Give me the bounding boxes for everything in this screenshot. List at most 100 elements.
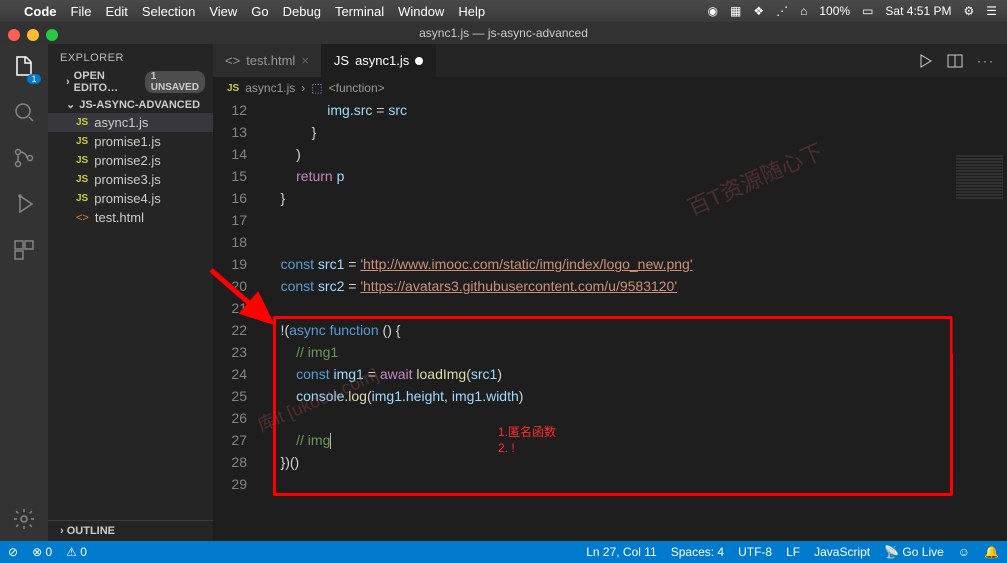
file-name: test.html <box>95 210 144 225</box>
file-item[interactable]: <> test.html <box>48 208 213 227</box>
indent-setting[interactable]: Spaces: 4 <box>671 545 724 559</box>
extensions-icon[interactable] <box>12 238 36 262</box>
code-line[interactable]: 13 } <box>213 121 1007 143</box>
feedback-icon[interactable]: ☺ <box>958 545 970 559</box>
js-file-icon: JS <box>76 193 88 204</box>
split-editor-icon[interactable] <box>947 53 963 69</box>
spotlight-icon[interactable]: ⚙ <box>963 4 974 18</box>
menu-edit[interactable]: Edit <box>105 4 127 19</box>
menu-view[interactable]: View <box>209 4 237 19</box>
eol[interactable]: LF <box>786 545 800 559</box>
explorer-badge: 1 <box>27 74 41 84</box>
code-line[interactable]: 18 <box>213 231 1007 253</box>
file-item[interactable]: JSpromise2.js <box>48 151 213 170</box>
menu-terminal[interactable]: Terminal <box>335 4 384 19</box>
file-item[interactable]: JS promise3.js <box>48 170 213 189</box>
line-number: 23 <box>213 341 265 363</box>
maximize-window-icon[interactable] <box>46 29 58 41</box>
clock: Sat 4:51 PM <box>885 4 951 18</box>
status-icon: ❖ <box>753 4 764 18</box>
html-file-icon: <> <box>76 212 89 224</box>
code-content[interactable]: const src1 = 'http://www.imooc.com/stati… <box>265 253 693 275</box>
errors-count[interactable]: ⊗ 0 <box>32 545 52 559</box>
unsaved-dot-icon <box>415 57 423 65</box>
line-number: 26 <box>213 407 265 429</box>
traffic-lights[interactable] <box>8 29 58 41</box>
code-content[interactable]: const src2 = 'https://avatars3.githubuse… <box>265 275 677 297</box>
cursor-position[interactable]: Ln 27, Col 11 <box>586 545 657 559</box>
chevron-right-icon: › <box>301 81 305 95</box>
bell-icon[interactable]: 🔔 <box>984 545 999 559</box>
status-icon: ◉ <box>708 4 718 18</box>
js-file-icon: JS <box>76 155 88 166</box>
go-live[interactable]: 📡 Go Live <box>884 545 944 559</box>
tab-test-html[interactable]: <> test.html × <box>213 44 322 77</box>
code-content[interactable]: } <box>265 121 316 143</box>
language-mode[interactable]: JavaScript <box>814 545 870 559</box>
chevron-right-icon: › <box>60 525 64 537</box>
scm-icon[interactable] <box>12 146 36 170</box>
line-number: 24 <box>213 363 265 385</box>
sidebar-header: EXPLORER <box>48 44 213 68</box>
file-name: promise3.js <box>94 172 160 187</box>
code-content[interactable]: return p <box>265 165 344 187</box>
tab-async1-js[interactable]: JS async1.js <box>322 44 436 77</box>
line-number: 13 <box>213 121 265 143</box>
wifi-icon: ⋰ <box>776 4 788 18</box>
menu-go[interactable]: Go <box>251 4 268 19</box>
file-item[interactable]: JSpromise1.js <box>48 132 213 151</box>
code-content[interactable]: } <box>265 187 285 209</box>
notif-icon[interactable]: ☰ <box>986 4 997 18</box>
js-file-icon: JS <box>76 117 88 128</box>
menu-selection[interactable]: Selection <box>142 4 195 19</box>
chevron-down-icon: ⌄ <box>66 98 75 111</box>
highlight-box <box>273 316 953 496</box>
close-window-icon[interactable] <box>8 29 20 41</box>
more-icon[interactable]: ··· <box>977 54 995 68</box>
js-file-icon: JS <box>334 53 349 68</box>
mac-menubar: Code File Edit Selection View Go Debug T… <box>0 0 1007 22</box>
settings-gear-icon[interactable] <box>12 507 36 531</box>
file-item[interactable]: JSpromise4.js <box>48 189 213 208</box>
menu-file[interactable]: File <box>71 4 92 19</box>
encoding[interactable]: UTF-8 <box>738 545 772 559</box>
remote-icon[interactable]: ⊘ <box>8 545 18 559</box>
file-name: promise1.js <box>94 134 160 149</box>
code-line[interactable]: 20 const src2 = 'https://avatars3.github… <box>213 275 1007 297</box>
close-tab-icon[interactable]: × <box>301 53 309 68</box>
code-editor[interactable]: 12 img.src = src13 }14 )15 return p16 }1… <box>213 99 1007 541</box>
breadcrumbs[interactable]: JS async1.js › ⬚ <function> <box>213 77 1007 99</box>
menu-window[interactable]: Window <box>398 4 444 19</box>
window-title: async1.js — js-async-advanced <box>419 26 588 40</box>
debug-icon[interactable] <box>12 192 36 216</box>
warnings-count[interactable]: ⚠ 0 <box>66 545 87 559</box>
app-name[interactable]: Code <box>24 4 57 19</box>
open-editors-section[interactable]: › OPEN EDITO… 1 UNSAVED <box>48 68 213 96</box>
minimize-window-icon[interactable] <box>27 29 39 41</box>
code-line[interactable]: 19 const src1 = 'http://www.imooc.com/st… <box>213 253 1007 275</box>
minimap[interactable] <box>952 154 1007 354</box>
code-line[interactable]: 14 ) <box>213 143 1007 165</box>
line-number: 27 <box>213 429 265 451</box>
code-content[interactable]: ) <box>265 143 301 165</box>
code-line[interactable]: 12 img.src = src <box>213 99 1007 121</box>
file-item[interactable]: JS async1.js <box>48 113 213 132</box>
line-number: 12 <box>213 99 265 121</box>
code-line[interactable]: 15 return p <box>213 165 1007 187</box>
status-bar: ⊘ ⊗ 0 ⚠ 0 Ln 27, Col 11 Spaces: 4 UTF-8 … <box>0 541 1007 563</box>
menu-debug[interactable]: Debug <box>283 4 321 19</box>
file-name: async1.js <box>94 115 148 130</box>
menu-help[interactable]: Help <box>458 4 485 19</box>
js-file-icon: JS <box>76 174 88 185</box>
run-icon[interactable] <box>917 53 933 69</box>
unsaved-count: 1 UNSAVED <box>145 71 205 93</box>
outline-section[interactable]: › OUTLINE <box>48 520 213 541</box>
line-number: 28 <box>213 451 265 473</box>
code-content[interactable]: img.src = src <box>265 99 407 121</box>
code-line[interactable]: 16 } <box>213 187 1007 209</box>
folder-section[interactable]: ⌄ JS-ASYNC-ADVANCED <box>48 96 213 113</box>
editor-area: <> test.html × JS async1.js ··· JS async… <box>213 44 1007 541</box>
search-icon[interactable] <box>12 100 36 124</box>
explorer-sidebar: EXPLORER › OPEN EDITO… 1 UNSAVED ⌄ JS-AS… <box>48 44 213 541</box>
code-line[interactable]: 17 <box>213 209 1007 231</box>
